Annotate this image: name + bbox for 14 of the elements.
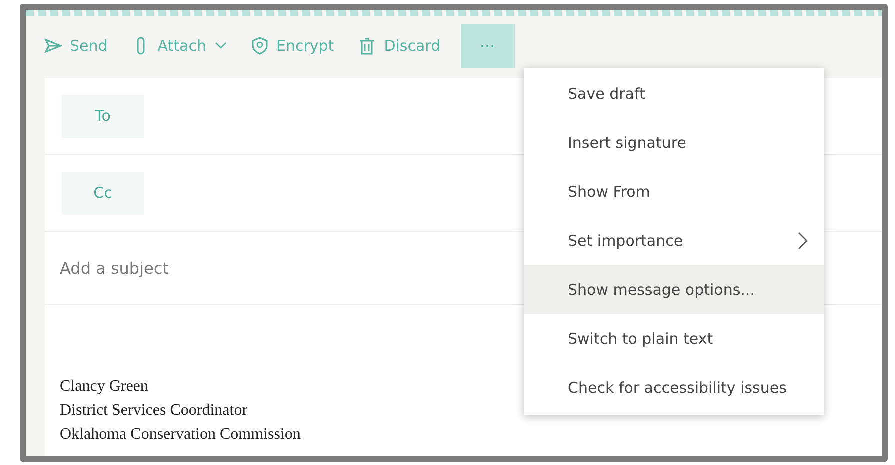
signature-line: District Services Coordinator	[60, 401, 248, 421]
menu-item[interactable]: Set importance	[524, 216, 824, 265]
signature-line: Clancy Green	[60, 377, 148, 397]
menu-item[interactable]: Check for accessibility issues	[524, 363, 824, 412]
encrypt-icon	[250, 37, 268, 55]
menu-item[interactable]: Insert signature	[524, 118, 824, 167]
send-icon	[44, 37, 62, 55]
menu-item[interactable]: Switch to plain text	[524, 314, 824, 363]
menu-item[interactable]: Show From	[524, 167, 824, 216]
menu-item[interactable]: Save draft	[524, 69, 824, 118]
discard-icon	[358, 37, 376, 55]
menu-item[interactable]: Show message options...	[524, 265, 824, 314]
signature-line: Oklahoma Conservation Commission	[60, 425, 301, 445]
subject-field[interactable]: Add a subject	[60, 258, 460, 278]
